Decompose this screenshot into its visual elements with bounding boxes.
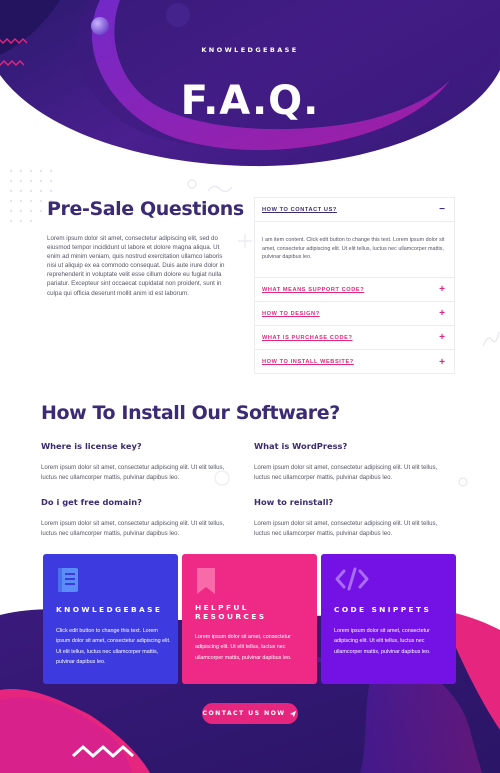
squiggle-decoration	[207, 185, 233, 193]
qa-answer: Lorem ipsum dolor sit amet, consectetur …	[41, 520, 225, 537]
faq-item[interactable]: WHAT MEANS SUPPORT CODE? +	[255, 278, 454, 302]
faq-question[interactable]: WHAT IS PURCHASE CODE?	[262, 335, 352, 341]
qa-block: How to reinstall? Lorem ipsum dolor sit …	[254, 497, 454, 538]
plus-decoration	[238, 234, 252, 248]
card-knowledgebase[interactable]: KNOWLEDGEBASE Click edit button to chang…	[43, 554, 178, 684]
install-title: How To Install Our Software?	[41, 402, 340, 424]
code-icon	[335, 567, 369, 591]
card-text: Lorem ipsum dolor sit amet, consectetur …	[334, 628, 431, 655]
hero-section: KNOWLEDGEBASE F.A.Q.	[0, 0, 500, 170]
contact-us-button[interactable]: CONTACT US NOW	[202, 703, 298, 724]
plus-icon[interactable]: +	[439, 308, 445, 319]
zigzag-decoration-bottom	[0, 60, 24, 66]
qa-answer: Lorem ipsum dolor sit amet, consectetur …	[254, 520, 438, 537]
qa-block: Do i get free domain? Lorem ipsum dolor …	[41, 497, 241, 538]
minus-icon[interactable]: −	[439, 204, 445, 215]
qa-block: Where is license key? Lorem ipsum dolor …	[41, 441, 241, 482]
card-title: KNOWLEDGEBASE	[56, 605, 163, 614]
qa-question: Do i get free domain?	[41, 497, 142, 507]
presale-text: Lorem ipsum dolor sit amet, consectetur …	[47, 235, 225, 297]
faq-answer: I am item content. Click edit button to …	[255, 222, 454, 278]
qa-question: Where is license key?	[41, 441, 142, 451]
faq-question[interactable]: HOW TO DESIGN?	[262, 311, 320, 317]
ring-decoration	[187, 179, 197, 189]
faq-item[interactable]: HOW TO INSTALL WEBSITE? +	[255, 350, 454, 374]
ring-decoration-small	[458, 477, 468, 487]
page-title: F.A.Q.	[180, 78, 320, 124]
qa-answer: Lorem ipsum dolor sit amet, consectetur …	[41, 464, 225, 481]
plus-icon[interactable]: +	[439, 332, 445, 343]
send-icon	[290, 710, 297, 717]
card-text: Click edit button to change this text. L…	[56, 628, 171, 665]
faq-item[interactable]: HOW TO DESIGN? +	[255, 302, 454, 326]
faq-item-open[interactable]: HOW TO CONTACT US? −	[255, 198, 454, 222]
squiggle-decoration-right	[482, 331, 500, 347]
plus-icon[interactable]: +	[439, 357, 445, 368]
card-title: CODE SNIPPETS	[334, 605, 432, 614]
presale-title: Pre-Sale Questions	[47, 198, 244, 220]
card-code-snippets[interactable]: CODE SNIPPETS Lorem ipsum dolor sit amet…	[321, 554, 456, 684]
plus-icon[interactable]: +	[439, 284, 445, 295]
hero-subtitle: KNOWLEDGEBASE	[201, 46, 299, 54]
faq-item[interactable]: WHAT IS PURCHASE CODE? +	[255, 326, 454, 350]
qa-question: What is WordPress?	[254, 441, 348, 451]
faq-question[interactable]: HOW TO INSTALL WEBSITE?	[262, 359, 354, 365]
qa-answer: Lorem ipsum dolor sit amet, consectetur …	[254, 464, 438, 481]
card-helpful-resources[interactable]: HELPFUL RESOURCES Lorem ipsum dolor sit …	[182, 554, 317, 684]
card-text: Lorem ipsum dolor sit amet, consectetur …	[195, 634, 292, 661]
card-title: HELPFUL RESOURCES	[195, 603, 267, 621]
bookmark-icon	[197, 568, 215, 594]
qa-block: What is WordPress? Lorem ipsum dolor sit…	[254, 441, 454, 482]
zigzag-decoration-footer	[72, 745, 135, 758]
contact-button-label: CONTACT US NOW	[202, 710, 286, 717]
faq-accordion: HOW TO CONTACT US? − I am item content. …	[254, 197, 455, 374]
qa-question: How to reinstall?	[254, 497, 334, 507]
faq-question[interactable]: WHAT MEANS SUPPORT CODE?	[262, 287, 364, 293]
faq-question[interactable]: HOW TO CONTACT US?	[262, 207, 337, 213]
book-icon	[58, 568, 78, 592]
zigzag-decoration-top	[0, 38, 28, 44]
